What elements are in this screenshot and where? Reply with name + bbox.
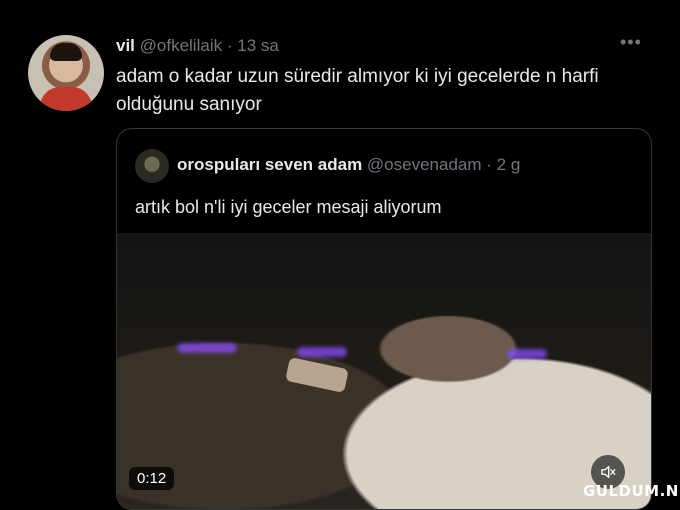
quoted-header: orospuları seven adam @osevenadam · 2 g xyxy=(177,155,520,175)
avatar[interactable] xyxy=(28,35,104,111)
handle[interactable]: @ofkelilaik xyxy=(140,36,222,55)
tweet-header: vil @ofkelilaik · 13 sa xyxy=(116,36,279,56)
avatar-shirt xyxy=(40,87,92,111)
ambient-light xyxy=(297,347,347,357)
quoted-timestamp[interactable]: 2 g xyxy=(497,155,521,174)
quoted-avatar[interactable] xyxy=(135,149,169,183)
quoted-handle[interactable]: @osevenadam xyxy=(367,155,482,174)
quoted-display-name[interactable]: orospuları seven adam xyxy=(177,155,362,174)
display-name[interactable]: vil xyxy=(116,36,135,55)
tweet-text: adam o kadar uzun süredir almıyor ki iyi… xyxy=(116,66,599,115)
speaker-icon xyxy=(601,466,616,478)
ambient-light xyxy=(507,349,547,359)
watermark: GULDUM.NET xyxy=(583,482,680,500)
timestamp[interactable]: 13 sa xyxy=(237,36,279,55)
video-duration: 0:12 xyxy=(129,467,175,490)
video-frame-detail xyxy=(285,357,349,393)
ambient-light xyxy=(177,343,237,353)
quoted-separator: · xyxy=(486,155,492,174)
quoted-tweet[interactable]: orospuları seven adam @osevenadam · 2 g … xyxy=(116,128,652,510)
quoted-text: artık bol n'li iyi geceler mesaji aliyor… xyxy=(135,197,442,217)
more-icon[interactable]: ••• xyxy=(620,32,642,53)
avatar-hair xyxy=(50,43,82,61)
video-player[interactable]: 0:12 xyxy=(117,233,651,509)
tweet[interactable]: vil @ofkelilaik · 13 sa ••• adam o kadar… xyxy=(0,0,680,510)
separator: · xyxy=(226,36,233,55)
